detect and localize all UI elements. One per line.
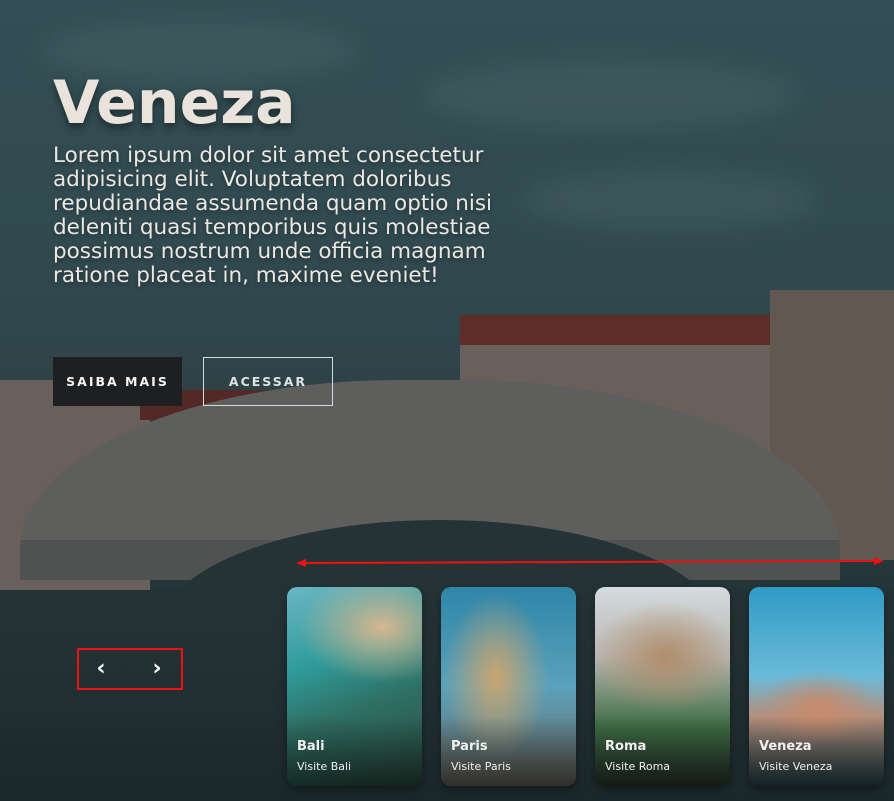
card-paris[interactable]: Paris Visite Paris: [441, 587, 576, 786]
card-roma[interactable]: Roma Visite Roma: [595, 587, 730, 786]
card-subtitle: Visite Bali: [297, 760, 352, 773]
saiba-mais-button[interactable]: SAIBA MAIS: [53, 357, 182, 406]
card-subtitle: Visite Roma: [605, 760, 671, 773]
card-title: Veneza: [759, 739, 812, 754]
destination-cards: Bali Visite Bali Paris Visite Paris Roma…: [287, 587, 884, 786]
acessar-button[interactable]: ACESSAR: [203, 357, 333, 406]
hero-buttons: SAIBA MAIS ACESSAR: [53, 357, 333, 406]
chevron-left-icon[interactable]: ‹: [91, 654, 111, 682]
card-title: Bali: [297, 739, 325, 754]
hero-content: Veneza Lorem ipsum dolor sit amet consec…: [53, 68, 513, 288]
card-subtitle: Visite Paris: [451, 760, 511, 773]
hero-description: Lorem ipsum dolor sit amet consectetur a…: [53, 143, 493, 288]
card-title: Roma: [605, 739, 647, 754]
card-bali[interactable]: Bali Visite Bali: [287, 587, 422, 786]
red-arrow-annotation: [296, 558, 884, 567]
card-title: Paris: [451, 739, 488, 754]
card-veneza[interactable]: Veneza Visite Veneza: [749, 587, 884, 786]
chevron-right-icon[interactable]: ›: [147, 654, 167, 682]
page-title: Veneza: [53, 68, 296, 138]
card-subtitle: Visite Veneza: [759, 760, 833, 773]
